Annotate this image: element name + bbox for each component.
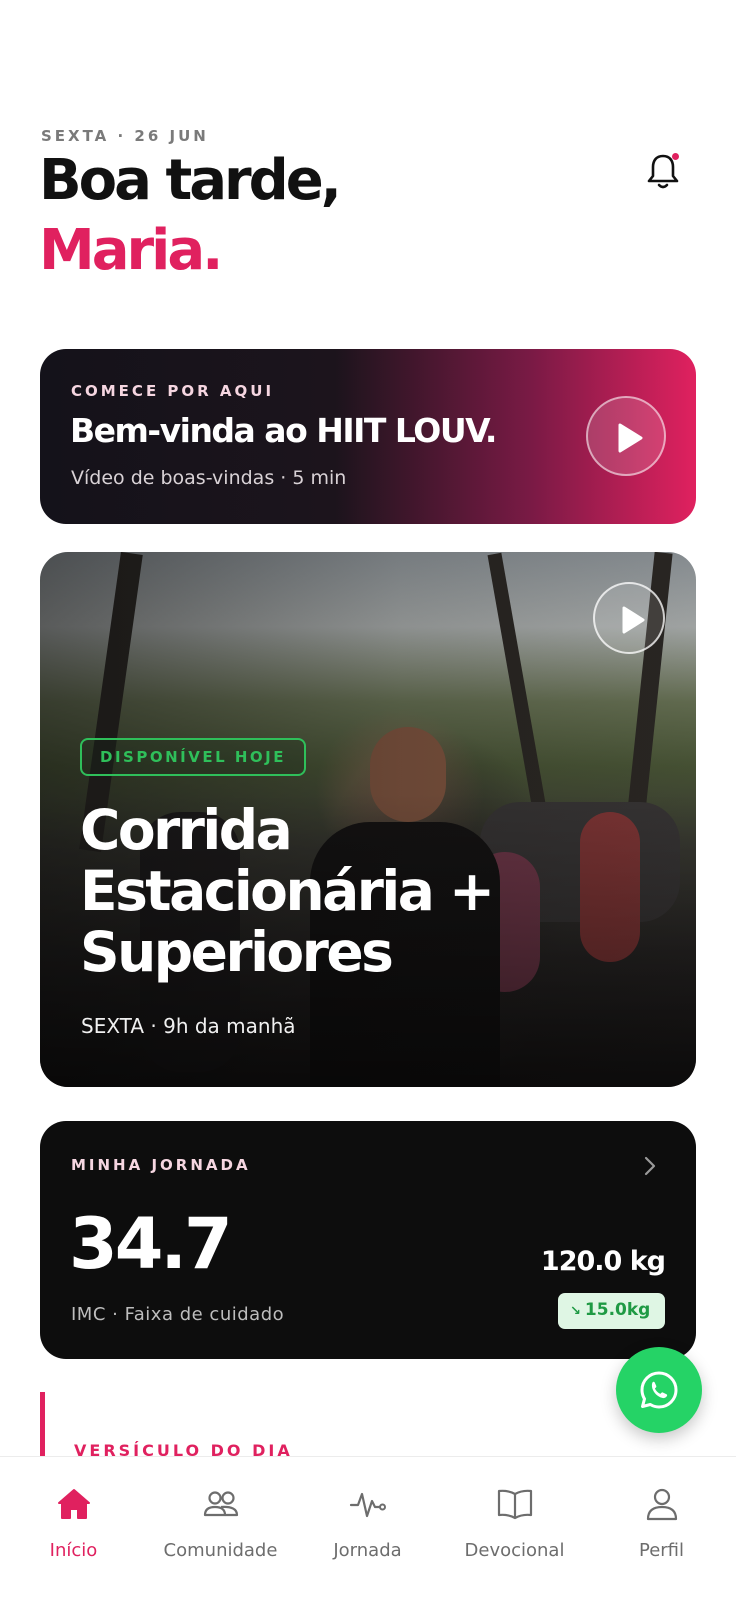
welcome-video-card[interactable]: COMECE POR AQUI Bem-vinda ao HIIT LOUV. … [40,349,696,524]
bmi-value: 34.7 [69,1203,233,1285]
book-icon [497,1489,533,1520]
nav-label: Início [49,1540,98,1561]
whatsapp-icon [640,1371,678,1409]
workout-play-button[interactable] [593,582,665,654]
user-name: Maria. [39,218,223,283]
workout-title: Corrida Estacionária + Superiores [80,798,495,984]
welcome-title: Bem-vinda ao HIIT LOUV. [70,411,497,450]
journey-card[interactable]: MINHA JORNADA 34.7 IMC · Faixa de cuidad… [40,1121,696,1359]
nav-item-inicio[interactable]: Início [0,1457,147,1600]
greeting-title: Boa tarde, [39,148,342,213]
verse-accent-bar [40,1392,45,1456]
available-today-badge: DISPONÍVEL HOJE [80,738,306,776]
workout-schedule: SEXTA · 9h da manhã [81,1014,296,1038]
nav-item-comunidade[interactable]: Comunidade [147,1457,294,1600]
welcome-subtitle: Vídeo de boas-vindas · 5 min [71,467,347,489]
date-label: SEXTA · 26 JUN [41,127,209,145]
chevron-right-icon[interactable] [644,1156,656,1176]
heartbeat-icon [349,1492,386,1518]
journey-kicker: MINHA JORNADA [71,1156,251,1174]
nav-label: Comunidade [163,1540,278,1561]
weight-change-value: 15.0kg [584,1300,651,1320]
nav-label: Jornada [333,1540,402,1561]
play-icon [618,423,643,453]
current-weight: 120.0 kg [540,1246,666,1277]
trend-down-icon: ↘ [570,1304,581,1319]
whatsapp-button[interactable] [616,1347,702,1433]
nav-item-devocional[interactable]: Devocional [441,1457,588,1600]
play-icon [622,606,645,634]
nav-item-jornada[interactable]: Jornada [294,1457,441,1600]
users-icon [203,1491,239,1517]
nav-label: Perfil [638,1540,685,1561]
bottom-navigation: Início Comunidade Jornada Devocional Per… [0,1456,736,1600]
notification-dot [672,153,679,160]
nav-item-perfil[interactable]: Perfil [588,1457,735,1600]
welcome-kicker: COMECE POR AQUI [71,382,275,400]
workout-card[interactable]: DISPONÍVEL HOJE Corrida Estacionária + S… [40,552,696,1087]
user-icon [646,1488,678,1521]
weight-change-badge: ↘ 15.0kg [558,1293,665,1329]
bmi-label: IMC · Faixa de cuidado [71,1304,285,1325]
nav-label: Devocional [464,1540,565,1561]
home-icon [58,1489,90,1519]
welcome-play-button[interactable] [586,396,666,476]
